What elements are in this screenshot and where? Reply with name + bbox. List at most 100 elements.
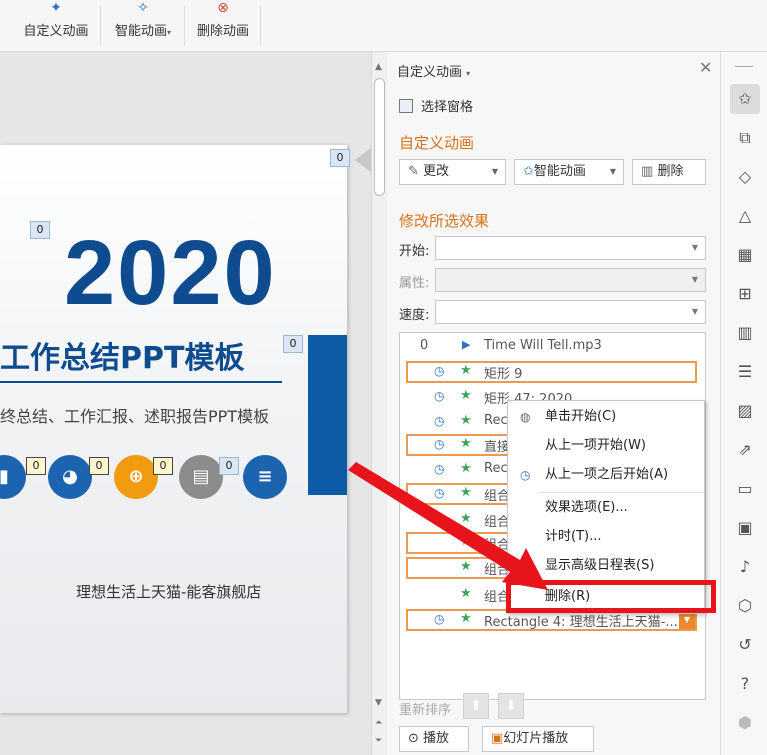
zoom-in-icon[interactable]: ⊕ (114, 455, 158, 499)
shapes-icon[interactable]: ◇ (730, 162, 760, 192)
smart-animation-pane-button[interactable]: ✩智能动画 ▼ (514, 159, 624, 185)
help-icon[interactable]: ? (730, 669, 760, 699)
star-icon: ✩ (523, 164, 534, 179)
vertical-scrollbar[interactable]: ▲ ▼ ⏶ ⏷ (371, 52, 387, 755)
animation-tag: 0 (30, 221, 50, 239)
play-icon: ▶ (462, 338, 471, 351)
chevron-down-icon: ▼ (691, 307, 698, 316)
star-icon: ★ (460, 363, 472, 378)
slide-brand-text[interactable]: 理想生活上天猫-能客旗舰店 (76, 581, 261, 602)
toolbar-divider (184, 6, 185, 46)
scroll-down-icon[interactable]: ▼ (375, 698, 382, 708)
section-custom-animation: 自定义动画 (399, 134, 475, 152)
animation-tag: 0 (219, 457, 239, 475)
history-icon[interactable]: ↺ (730, 630, 760, 660)
chevron-down-icon: ▾ (167, 28, 172, 37)
trash-icon: ▥ (641, 164, 654, 179)
picture-icon[interactable]: ▨ (730, 396, 760, 426)
delete-button[interactable]: ▥ 删除 (632, 159, 706, 185)
speed-label: 速度: (399, 308, 430, 323)
delete-animation-icon: ⊗ (217, 0, 229, 16)
blue-accent-bar[interactable] (308, 335, 347, 495)
slideshow-button[interactable]: ▣幻灯片播放 (482, 726, 594, 752)
toolbar-divider (260, 6, 261, 46)
menu-item-after-previous[interactable]: ◷ 从上一项之后开始(A) (508, 463, 704, 487)
smart-animation-button[interactable]: ✧ 智能动画▾ (108, 0, 178, 50)
smart-animation-icon: ✧ (137, 0, 149, 16)
clock-icon: ◷ (434, 462, 445, 476)
selection-pane-icon (399, 99, 413, 113)
settings-icon[interactable]: ☰ (730, 357, 760, 387)
cube-icon[interactable]: ⬢ (730, 708, 760, 738)
pie-chart-icon[interactable]: ◕ (48, 455, 92, 499)
chevron-down-icon: ▼ (609, 167, 616, 176)
clock-icon: ◷ (520, 468, 531, 482)
list-item[interactable]: ◷ ★ 矩形 9 (406, 361, 697, 383)
custom-animation-icon: ✦ (50, 0, 62, 16)
page-down-icon[interactable]: ⏷ (375, 736, 382, 746)
pane-title[interactable]: 自定义动画 ▾ (397, 61, 470, 80)
clock-icon: ◷ (434, 437, 445, 451)
image-icon[interactable]: ▣ (730, 513, 760, 543)
custom-animation-button[interactable]: ✦ 自定义动画 (18, 0, 94, 50)
notebook-icon[interactable]: ▤ (179, 455, 223, 499)
chevron-down-icon: ▼ (491, 167, 498, 176)
scroll-thumb[interactable] (374, 78, 385, 196)
animation-star-icon[interactable]: ✩ (730, 84, 760, 114)
page-up-icon[interactable]: ⏶ (375, 718, 382, 728)
star-icon: ★ (460, 586, 472, 601)
transition-icon[interactable]: ⧉ (730, 123, 760, 153)
chart-icon[interactable]: ▥ (730, 318, 760, 348)
bar-chart-icon[interactable]: ▮ (0, 455, 26, 499)
start-select[interactable]: ▼ (435, 236, 706, 260)
reorder-label: 重新排序 (399, 703, 452, 718)
toolbar-divider (100, 6, 101, 46)
share-icon[interactable]: ⇗ (730, 435, 760, 465)
star-icon: ★ (460, 534, 472, 549)
move-up-button[interactable]: ⬆ (463, 693, 489, 719)
slide-title[interactable]: 工作总结PPT模板 (0, 333, 244, 377)
move-down-button[interactable]: ⬇ (498, 693, 524, 719)
selection-pane-link[interactable]: 选择窗格 (399, 96, 473, 115)
audio-icon[interactable]: ♪ (730, 552, 760, 582)
clock-icon: ◷ (434, 414, 445, 428)
close-icon[interactable]: ✕ (699, 58, 712, 77)
star-icon: ★ (460, 485, 472, 500)
animation-tag: 0 (153, 457, 173, 475)
list-item[interactable]: 0 ▶ Time Will Tell.mp3 (406, 336, 697, 358)
star-icon: ★ (460, 559, 472, 574)
section-modify-effect: 修改所选效果 (399, 212, 490, 230)
mouse-icon: ◍ (520, 410, 531, 424)
menu-item-timing[interactable]: 计时(T)... (508, 525, 704, 549)
slideshow-icon: ▣ (491, 731, 504, 746)
star-icon: ★ (460, 436, 472, 451)
menu-item-effect-options[interactable]: 效果选项(E)... (508, 496, 704, 520)
chevron-down-icon: ▼ (691, 243, 698, 252)
pane-collapse-arrow[interactable] (355, 148, 371, 172)
slide-year[interactable]: 2020 (64, 221, 277, 326)
delete-animation-button[interactable]: ⊗ 删除动画 (192, 0, 254, 50)
layers-icon[interactable]: △ (730, 201, 760, 231)
menu-item-click-start[interactable]: ◍ 单击开始(C) (508, 405, 704, 429)
grid-icon[interactable]: ⊞ (730, 279, 760, 309)
menu-divider (538, 492, 704, 493)
slide-subtitle[interactable]: 终总结、工作汇报、述职报告PPT模板 (0, 403, 269, 427)
ribbon-toolbar: ✦ 自定义动画 ✧ 智能动画▾ ⊗ 删除动画 (0, 0, 767, 52)
menu-item-show-timeline[interactable]: 显示高级日程表(S) (508, 554, 704, 578)
menu-item-with-previous[interactable]: 从上一项开始(W) (508, 434, 704, 458)
archive-icon[interactable]: ▭ (730, 474, 760, 504)
table-icon[interactable]: ▦ (730, 240, 760, 270)
title-underline (0, 381, 282, 383)
change-button[interactable]: ✎ 更改 ▼ (399, 159, 506, 185)
star-icon: ★ (460, 511, 472, 526)
shield-icon[interactable]: ⬡ (730, 591, 760, 621)
speed-select[interactable]: ▼ (435, 300, 706, 324)
pencil-icon: ✎ (408, 164, 419, 179)
notepad-icon[interactable]: ≡ (243, 455, 287, 499)
play-button[interactable]: ⊙ 播放 (399, 726, 469, 752)
star-icon: ★ (460, 611, 472, 626)
slide[interactable]: 0 2020 工作总结PPT模板 0 终总结、工作汇报、述职报告PPT模板 ▮ … (0, 145, 347, 713)
animation-tag: 0 (26, 457, 46, 475)
highlight-box (506, 580, 716, 613)
scroll-up-icon[interactable]: ▲ (375, 62, 382, 72)
